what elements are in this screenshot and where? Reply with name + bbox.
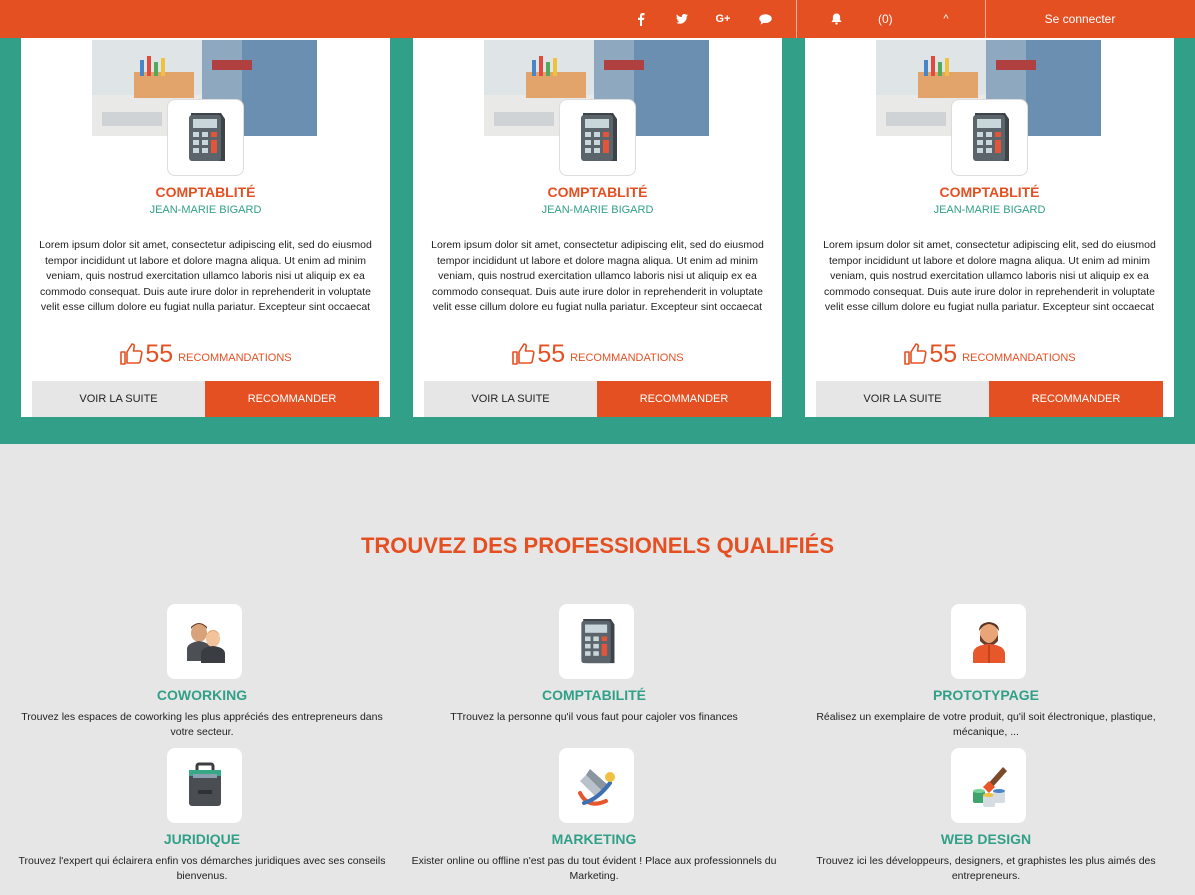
section-title: TROUVEZ DES PROFESSIONELS QUALIFIÉS	[360, 533, 835, 558]
recommend-button[interactable]: RECOMMANDER	[597, 381, 771, 417]
category-item[interactable]: WEB DESIGN Trouvez ici les développeurs,…	[790, 748, 1182, 888]
see-more-button[interactable]: VOIR LA SUITE	[816, 381, 989, 417]
recommendation-label: RECOMMANDATIONS	[178, 352, 292, 364]
thumbs-up-icon	[120, 343, 143, 365]
recommend-button[interactable]: RECOMMANDER	[205, 381, 379, 417]
category-description: Trouvez les espaces de coworking les plu…	[21, 711, 383, 738]
chat-bubble-icon[interactable]	[750, 0, 780, 38]
thumbs-up-icon	[512, 343, 535, 365]
notification-count[interactable]: (0)	[878, 0, 893, 38]
recommendation-count: 55	[537, 340, 566, 368]
megaphone-icon	[559, 748, 634, 823]
recommend-button[interactable]: RECOMMANDER	[989, 381, 1163, 417]
login-link[interactable]: Se connecter	[986, 0, 1174, 38]
google-plus-icon[interactable]: G+	[708, 0, 738, 38]
calculator-icon	[559, 604, 634, 679]
card-title: COMPTABLITÉ	[547, 184, 648, 200]
card-description: Lorem ipsum dolor sit amet, consectetur …	[431, 239, 764, 313]
bell-icon[interactable]	[827, 0, 845, 38]
recommendations: 55 RECOMMANDATIONS	[805, 340, 1174, 368]
profile-card: COMPTABLITÉ JEAN-MARIE BIGARD Lorem ipsu…	[21, 38, 390, 417]
see-more-button[interactable]: VOIR LA SUITE	[424, 381, 597, 417]
category-item[interactable]: MARKETING Exister online ou offline n'es…	[398, 748, 790, 888]
see-more-button[interactable]: VOIR LA SUITE	[32, 381, 205, 417]
category-description: Réalisez un exemplaire de votre produit,…	[816, 711, 1156, 738]
card-author[interactable]: JEAN-MARIE BIGARD	[413, 204, 782, 216]
featured-band: COMPTABLITÉ JEAN-MARIE BIGARD Lorem ipsu…	[0, 0, 1195, 444]
facebook-icon[interactable]	[626, 0, 656, 38]
calculator-icon	[951, 99, 1028, 176]
card-description: Lorem ipsum dolor sit amet, consectetur …	[39, 239, 372, 313]
category-item[interactable]: PROTOTYPAGE Réalisez un exemplaire de vo…	[790, 604, 1182, 744]
recommendation-label: RECOMMANDATIONS	[962, 352, 1076, 364]
bearded-man-icon	[951, 604, 1026, 679]
category-description: Exister online ou offline n'est pas du t…	[411, 855, 777, 882]
category-title: MARKETING	[551, 831, 637, 847]
category-title: COWORKING	[156, 687, 248, 703]
thumbs-up-icon	[904, 343, 927, 365]
category-description: TTrouvez la personne qu'il vous faut pou…	[450, 711, 738, 723]
chevron-up-icon[interactable]: ^	[938, 0, 954, 38]
card-description: Lorem ipsum dolor sit amet, consectetur …	[823, 239, 1156, 313]
recommendations: 55 RECOMMANDATIONS	[413, 340, 782, 368]
category-description: Trouvez l'expert qui éclairera enfin vos…	[18, 855, 386, 882]
category-title: JURIDIQUE	[163, 831, 241, 847]
briefcase-icon	[167, 748, 242, 823]
recommendation-label: RECOMMANDATIONS	[570, 352, 684, 364]
category-item[interactable]: COMPTABILITÉ TTrouvez la personne qu'il …	[398, 604, 790, 744]
card-title: COMPTABLITÉ	[939, 184, 1040, 200]
calculator-icon	[167, 99, 244, 176]
category-item[interactable]: JURIDIQUE Trouvez l'expert qui éclairera…	[6, 748, 398, 888]
twitter-icon[interactable]	[667, 0, 697, 38]
category-title: PROTOTYPAGE	[932, 687, 1040, 703]
paint-pots-icon	[951, 748, 1026, 823]
category-title: WEB DESIGN	[940, 831, 1032, 847]
recommendation-count: 55	[929, 340, 958, 368]
profile-card: COMPTABLITÉ JEAN-MARIE BIGARD Lorem ipsu…	[413, 38, 782, 417]
card-title: COMPTABLITÉ	[155, 184, 256, 200]
top-navigation-bar: G+ (0) ^ Se connecter	[0, 0, 1195, 38]
divider	[796, 0, 797, 38]
card-author[interactable]: JEAN-MARIE BIGARD	[21, 204, 390, 216]
coworking-people-icon	[167, 604, 242, 679]
calculator-icon	[559, 99, 636, 176]
category-item[interactable]: COWORKING Trouvez les espaces de coworki…	[6, 604, 398, 744]
profile-card: COMPTABLITÉ JEAN-MARIE BIGARD Lorem ipsu…	[805, 38, 1174, 417]
recommendation-count: 55	[145, 340, 174, 368]
card-author[interactable]: JEAN-MARIE BIGARD	[805, 204, 1174, 216]
recommendations: 55 RECOMMANDATIONS	[21, 340, 390, 368]
category-description: Trouvez ici les développeurs, designers,…	[816, 855, 1156, 882]
category-title: COMPTABILITÉ	[542, 687, 646, 703]
